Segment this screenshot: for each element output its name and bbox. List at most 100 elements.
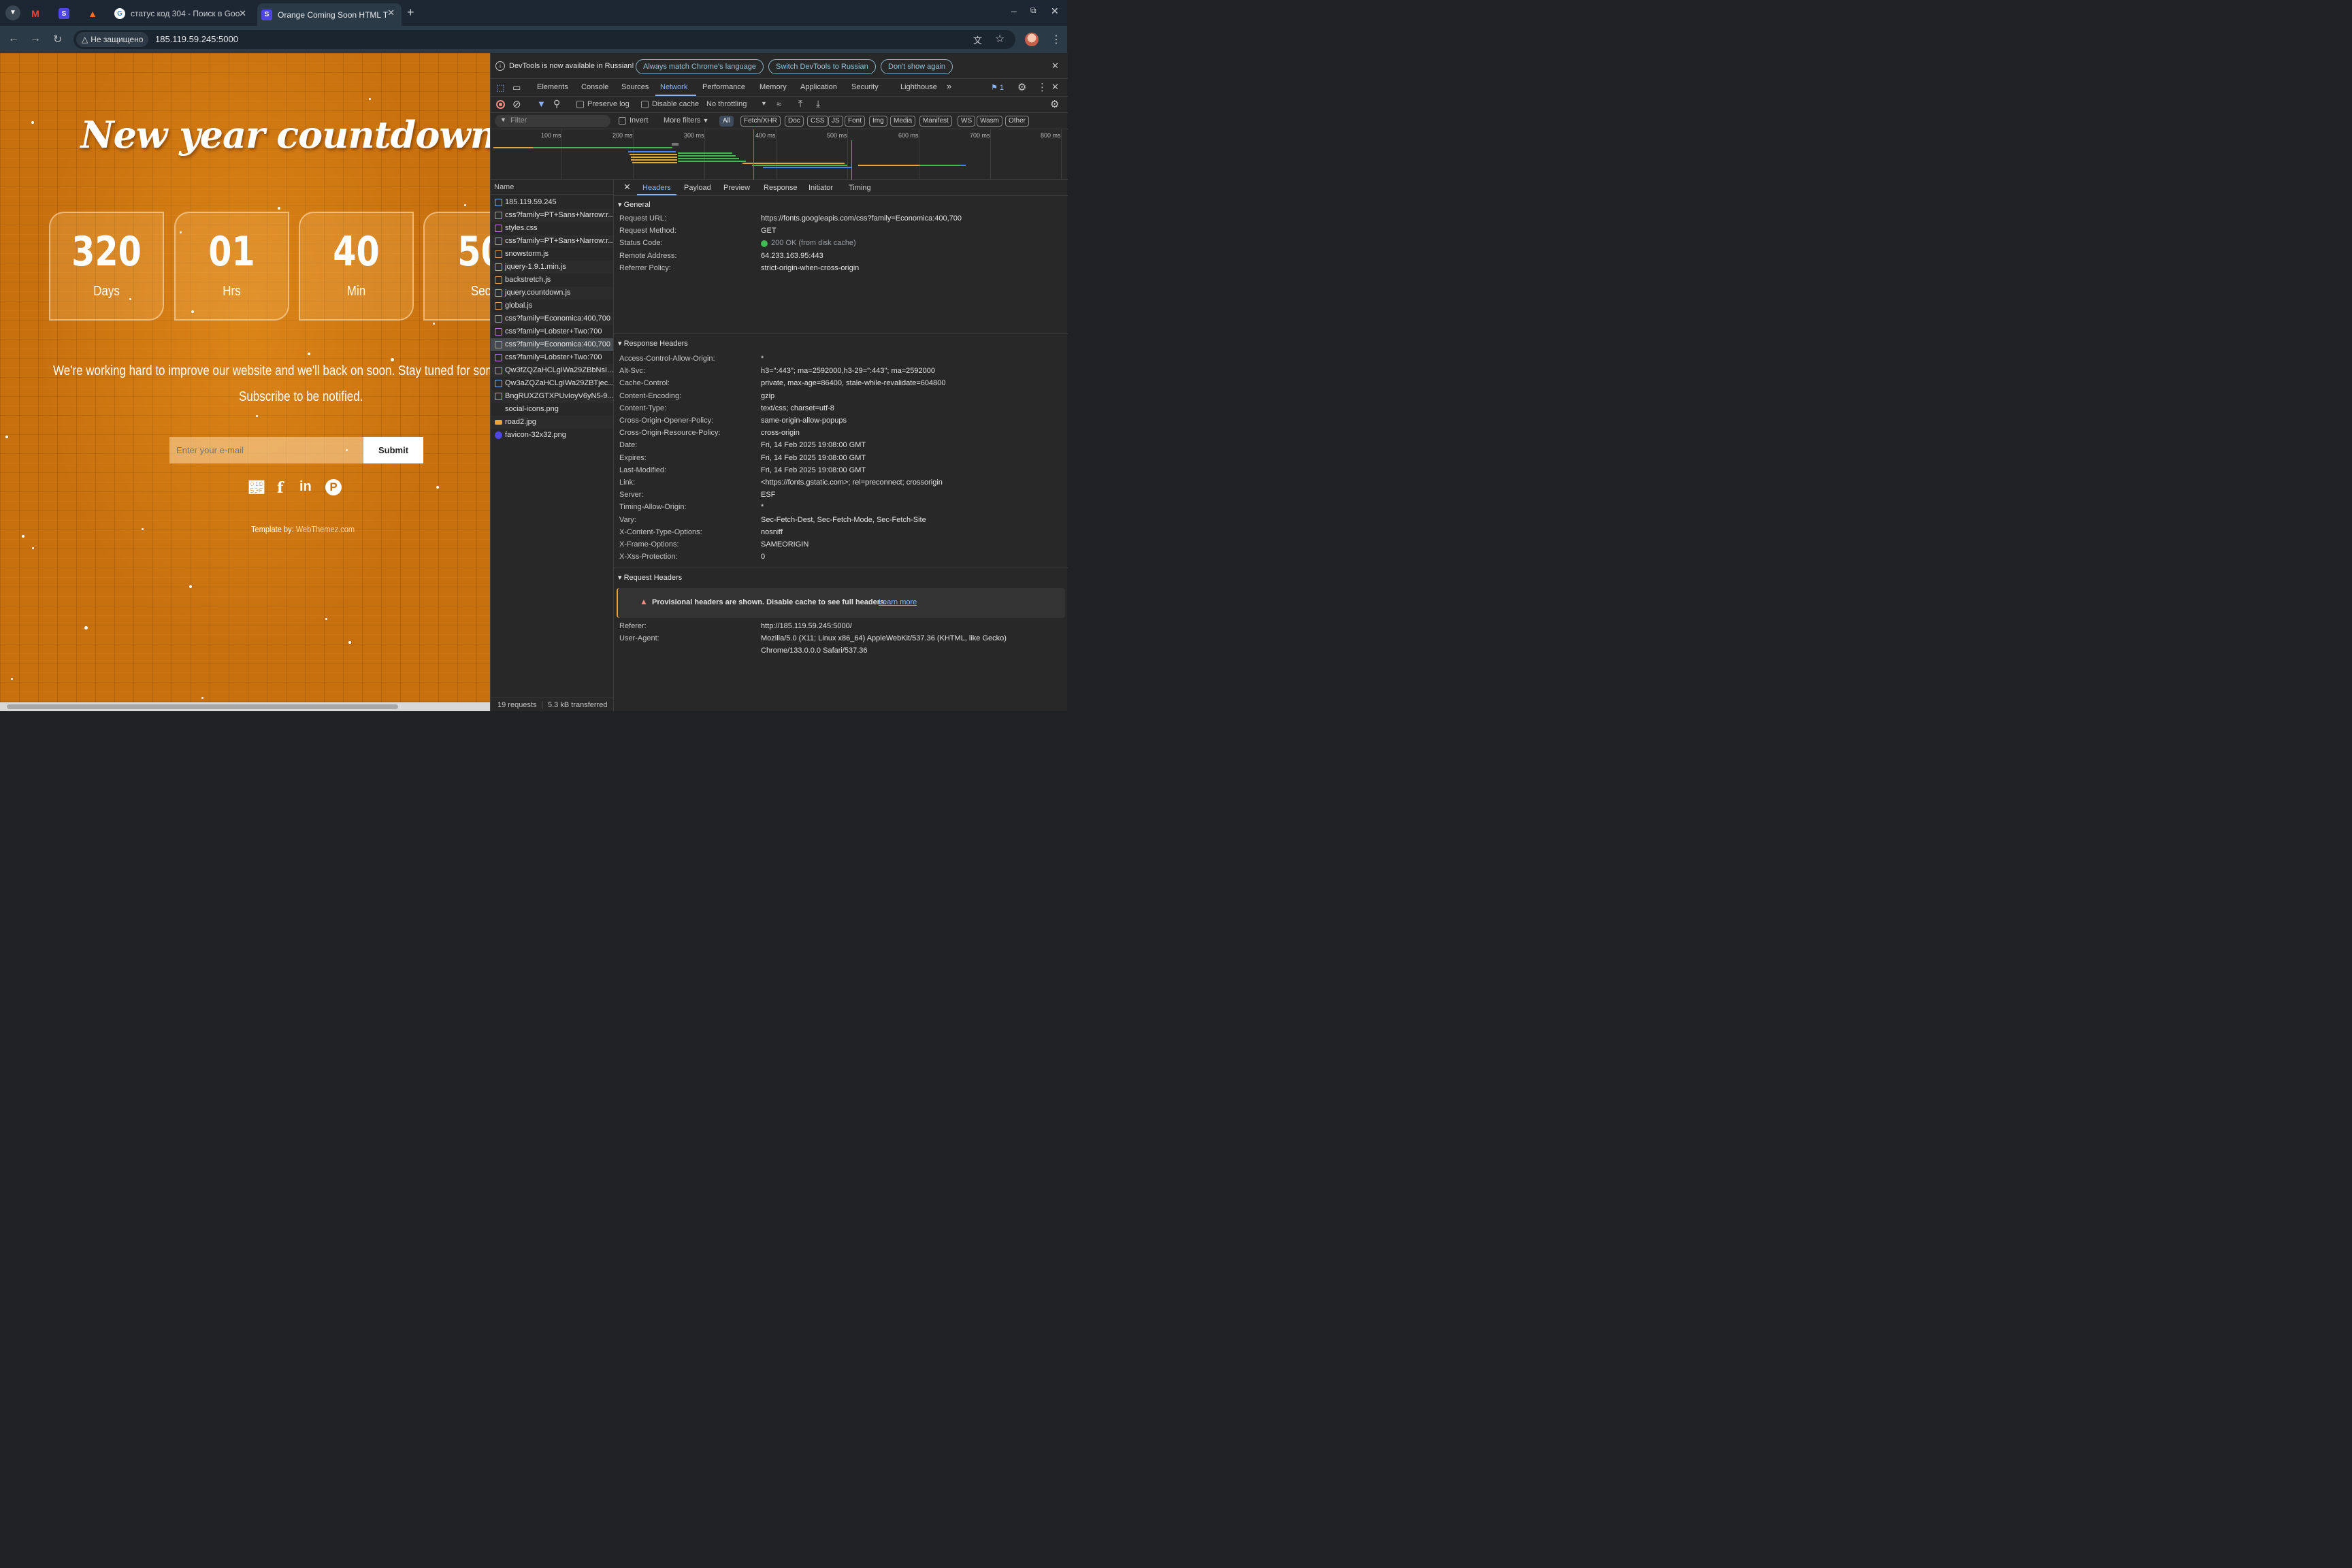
tab-elements[interactable]: Elements <box>537 83 568 91</box>
tab-s[interactable]: S <box>59 4 75 23</box>
filter-chip-all[interactable]: All <box>719 116 734 127</box>
not-secure-chip[interactable]: △ Не защищено <box>76 32 149 47</box>
scrollbar-thumb[interactable] <box>7 704 398 709</box>
device-toolbar-icon[interactable]: ▭ <box>512 82 521 93</box>
close-infobar-icon[interactable]: ✕ <box>1051 61 1059 71</box>
filter-chip-font[interactable]: Font <box>845 116 866 127</box>
translate-icon[interactable]: 文 <box>973 33 982 46</box>
filter-chip-js[interactable]: JS <box>828 116 843 127</box>
filter-chip-fetch-xhr[interactable]: Fetch/XHR <box>740 116 781 127</box>
close-devtools-icon[interactable]: ✕ <box>1051 82 1059 93</box>
request-row[interactable]: css?family=PT+Sans+Narrow:r... <box>491 235 613 248</box>
request-row[interactable]: BngRUXZGTXPUvIoyV6yN5-9... <box>491 390 613 403</box>
dont-show-again-button[interactable]: Don't show again <box>881 59 953 74</box>
filter-funnel-icon[interactable]: ▼ <box>537 99 546 109</box>
linkedin-icon[interactable]: in <box>299 479 312 495</box>
request-row[interactable]: css?family=Lobster+Two:700 <box>491 351 613 364</box>
request-headers-toggle[interactable]: ▾ Request Headers <box>618 573 682 582</box>
request-row[interactable]: jquery-1.9.1.min.js <box>491 261 613 274</box>
filter-chip-css[interactable]: CSS <box>807 116 828 127</box>
invert-checkbox[interactable] <box>619 117 626 125</box>
restore-icon[interactable]: ⧉ <box>1030 5 1036 16</box>
reload-icon[interactable]: ↻ <box>53 33 62 46</box>
inspect-element-icon[interactable]: ⬚ <box>496 82 504 93</box>
record-stop-icon[interactable] <box>496 100 505 109</box>
tab-security[interactable]: Security <box>851 83 879 91</box>
request-row[interactable]: favicon-32x32.png <box>491 429 613 442</box>
facebook-icon[interactable]: f <box>277 479 283 497</box>
request-row[interactable]: road2.jpg <box>491 416 613 429</box>
request-row[interactable]: Qw3fZQZaHCLgIWa29ZBbNsI... <box>491 364 613 377</box>
import-har-icon[interactable]: ⤒ <box>798 98 802 110</box>
learn-more-link[interactable]: Learn more <box>879 598 917 606</box>
filter-chip-ws[interactable]: WS <box>958 116 976 127</box>
minimize-icon[interactable]: – <box>1011 5 1017 16</box>
network-conditions-icon[interactable]: ≈ <box>777 99 781 109</box>
email-input[interactable] <box>169 437 363 463</box>
network-overview-timeline[interactable]: 100 ms 200 ms 300 ms 400 ms 500 ms 600 m… <box>491 129 1068 180</box>
submit-button[interactable]: Submit <box>363 437 423 463</box>
export-har-icon[interactable]: ⤓ <box>816 98 820 110</box>
close-tab-icon[interactable]: ✕ <box>239 8 246 19</box>
address-bar[interactable]: △ Не защищено 185.119.59.245:5000 文 ☆ <box>74 30 1015 49</box>
tab-orange-coming-soon[interactable]: S Orange Coming Soon HTML T ✕ <box>257 3 402 26</box>
forward-icon[interactable]: → <box>30 33 41 45</box>
request-row[interactable]: css?family=Economica:400,700 <box>491 338 613 351</box>
filter-chip-img[interactable]: Img <box>869 116 887 127</box>
request-row[interactable]: css?family=Economica:400,700 <box>491 312 613 325</box>
request-row[interactable]: social-icons.png <box>491 403 613 416</box>
tab-console[interactable]: Console <box>581 83 608 91</box>
preserve-log-checkbox[interactable] <box>576 101 584 108</box>
disable-cache-checkbox[interactable] <box>641 101 649 108</box>
pinterest-icon[interactable]: P <box>325 479 342 495</box>
tab-response[interactable]: Response <box>764 184 798 192</box>
close-tab-icon[interactable]: ✕ <box>387 7 395 18</box>
request-row[interactable]: backstretch.js <box>491 274 613 287</box>
twitter-icon[interactable]: 𝔿 <box>249 479 264 497</box>
filter-chip-media[interactable]: Media <box>890 116 916 127</box>
filter-chip-wasm[interactable]: Wasm <box>977 116 1002 127</box>
request-row[interactable]: css?family=PT+Sans+Narrow:r... <box>491 209 613 222</box>
bookmark-star-icon[interactable]: ☆ <box>995 32 1004 46</box>
filter-chip-doc[interactable]: Doc <box>785 116 804 127</box>
tab-timing[interactable]: Timing <box>849 184 871 192</box>
search-icon[interactable]: ⚲ <box>553 98 560 110</box>
credit-link[interactable]: WebThemez.com <box>296 524 355 534</box>
more-tabs-icon[interactable]: » <box>947 81 951 91</box>
tab-payload[interactable]: Payload <box>684 184 711 192</box>
general-section-toggle[interactable]: ▾ General <box>618 200 651 209</box>
tab-gmail[interactable]: M <box>30 4 46 23</box>
tab-application[interactable]: Application <box>800 83 837 91</box>
page-horizontal-scrollbar[interactable] <box>0 702 490 711</box>
new-tab-button[interactable]: + <box>407 5 414 20</box>
tab-google-search[interactable]: G статус код 304 - Поиск в Goo ✕ <box>110 4 253 23</box>
tab-lighthouse[interactable]: Lighthouse <box>900 83 937 91</box>
clear-icon[interactable]: ⊘ <box>512 98 521 110</box>
tab-memory[interactable]: Memory <box>760 83 787 91</box>
request-row[interactable]: styles.css <box>491 222 613 235</box>
filter-chip-manifest[interactable]: Manifest <box>919 116 952 127</box>
tab-initiator[interactable]: Initiator <box>808 184 833 192</box>
request-row[interactable]: snowstorm.js <box>491 248 613 261</box>
throttling-select[interactable]: No throttling ▼ <box>706 100 781 108</box>
window-close-icon[interactable]: ✕ <box>1051 5 1059 17</box>
switch-to-russian-button[interactable]: Switch DevTools to Russian <box>768 59 876 74</box>
always-match-language-button[interactable]: Always match Chrome's language <box>636 59 764 74</box>
request-row[interactable]: Qw3aZQZaHCLgIWa29ZBTjec... <box>491 377 613 390</box>
tab-sources[interactable]: Sources <box>621 83 649 91</box>
tab-gitlab[interactable]: ▲ <box>87 4 103 23</box>
filter-chip-other[interactable]: Other <box>1005 116 1030 127</box>
devtools-menu-icon[interactable]: ⋮ <box>1037 81 1047 93</box>
tab-preview[interactable]: Preview <box>723 184 750 192</box>
profile-avatar[interactable] <box>1025 33 1039 46</box>
tab-network[interactable]: Network <box>660 83 687 91</box>
tab-headers[interactable]: Headers <box>642 184 671 192</box>
request-row[interactable]: jquery.countdown.js <box>491 287 613 299</box>
tab-search-dropdown-button[interactable]: ▼ <box>5 5 20 20</box>
network-settings-icon[interactable]: ⚙ <box>1050 98 1059 110</box>
name-column-header[interactable]: Name <box>491 180 613 195</box>
request-row[interactable]: global.js <box>491 299 613 312</box>
more-filters-dropdown[interactable]: More filters ▼ <box>664 116 708 125</box>
close-details-icon[interactable]: ✕ <box>623 182 631 193</box>
settings-gear-icon[interactable]: ⚙ <box>1017 81 1026 93</box>
